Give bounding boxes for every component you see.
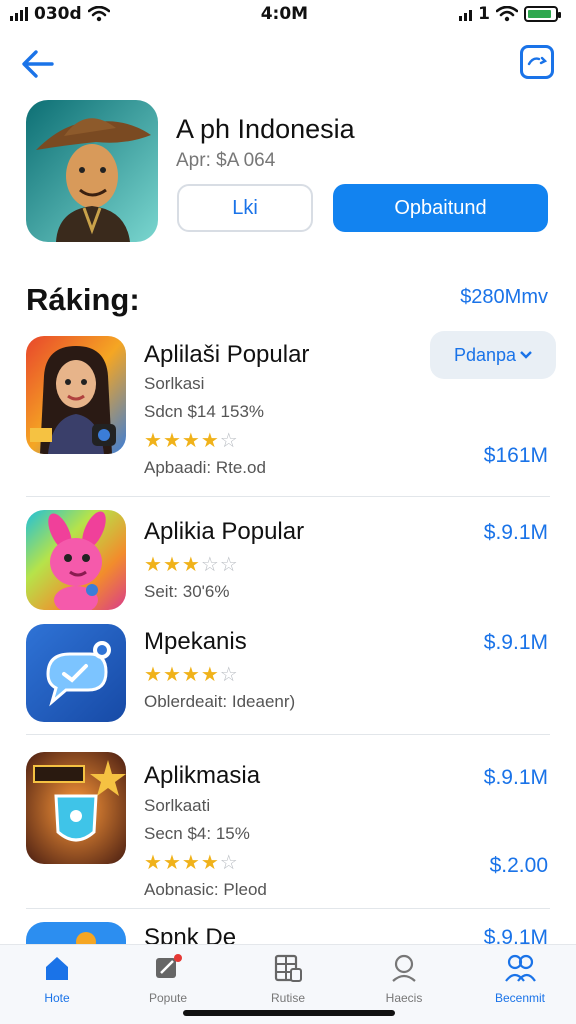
star-filled-icon: ★ bbox=[181, 554, 201, 576]
star-filled-icon: ★ bbox=[162, 430, 182, 452]
star-filled-icon: ★ bbox=[144, 852, 163, 874]
status-right: 1 bbox=[459, 4, 561, 24]
shield-star-icon bbox=[26, 752, 126, 864]
rating-stars: ★★★☆☆ bbox=[144, 552, 239, 577]
app-status: Aobnasic: Pleod bbox=[144, 880, 267, 899]
app-status: Oblerdeait: Ideaenr) bbox=[144, 692, 296, 711]
rating-stars: ★★★★☆ bbox=[144, 850, 239, 875]
rating-stars: ★★★★☆ bbox=[144, 428, 239, 453]
divider bbox=[26, 496, 550, 497]
app-price-secondary[interactable]: $.2.00 bbox=[490, 854, 548, 878]
tab-label: Hote bbox=[44, 991, 70, 1005]
like-button[interactable]: Lki bbox=[177, 184, 313, 232]
tab-label: Rutise bbox=[270, 991, 305, 1005]
home-indicator[interactable] bbox=[183, 1010, 395, 1016]
hero-section: A ph Indonesia Apr: $A 064 Lki Opbaitund bbox=[26, 100, 556, 245]
search-person-icon bbox=[387, 951, 421, 985]
star-filled-icon: ★ bbox=[200, 664, 220, 686]
status-left: 030d bbox=[10, 4, 110, 24]
grid-icon bbox=[271, 951, 305, 985]
tab-label: Becenmit bbox=[494, 991, 546, 1005]
carrier-label: 030d bbox=[34, 4, 82, 24]
star-empty-icon: ☆ bbox=[219, 430, 239, 452]
hero-app-icon[interactable] bbox=[26, 100, 158, 242]
battery-icon bbox=[524, 6, 561, 22]
divider bbox=[26, 908, 550, 909]
edit-icon bbox=[151, 951, 185, 985]
app-stats: Sdcn $14 153% bbox=[144, 402, 265, 421]
star-filled-icon: ★ bbox=[181, 430, 201, 452]
star-filled-icon: ★ bbox=[162, 852, 182, 874]
signal-icon bbox=[10, 7, 28, 21]
primary-action-button[interactable]: Opbaitund bbox=[333, 184, 548, 232]
chat-bubble-icon bbox=[26, 624, 126, 722]
star-filled-icon: ★ bbox=[162, 554, 182, 576]
star-empty-icon: ☆ bbox=[219, 554, 239, 576]
wifi-icon bbox=[496, 6, 518, 22]
star-filled-icon: ★ bbox=[181, 852, 201, 874]
tab-grid[interactable]: Rutise bbox=[240, 951, 336, 1011]
arrow-left-icon bbox=[22, 50, 54, 78]
wifi-icon bbox=[87, 6, 110, 22]
divider bbox=[26, 734, 550, 735]
app-name: Aplilaši Popular bbox=[144, 341, 310, 368]
star-filled-icon: ★ bbox=[200, 430, 220, 452]
app-stats: Secn $4: 15% bbox=[144, 824, 250, 843]
app-name: Aplikia Popular bbox=[144, 518, 305, 545]
app-price[interactable]: $.9.1M bbox=[484, 766, 548, 790]
chevron-down-icon bbox=[520, 351, 532, 359]
list-item[interactable]: Aplikia Popular ★★★☆☆ Seit: 30'6% $.9.1M bbox=[0, 510, 576, 620]
back-button[interactable] bbox=[18, 44, 58, 84]
star-empty-icon: ☆ bbox=[200, 554, 220, 576]
tab-popular[interactable]: Popute bbox=[120, 951, 216, 1011]
list-item[interactable]: Aplikmasia Sorlkaati Secn $4: 15% ★★★★☆ … bbox=[0, 750, 576, 910]
app-category: Sorlkaati bbox=[144, 796, 211, 815]
chip-label: Pdanpa bbox=[453, 344, 517, 365]
app-name: Aplikmasia bbox=[144, 762, 261, 789]
share-square-icon bbox=[527, 56, 547, 66]
star-filled-icon: ★ bbox=[144, 430, 163, 452]
dropdown-chip[interactable]: Pdanpa bbox=[430, 331, 556, 379]
tab-label: Popute bbox=[148, 991, 188, 1005]
app-category: Sorlkasi bbox=[144, 374, 205, 393]
rating-stars: ★★★★☆ bbox=[144, 662, 239, 687]
star-filled-icon: ★ bbox=[144, 554, 163, 576]
home-icon bbox=[40, 951, 74, 985]
hero-title: A ph Indonesia bbox=[176, 114, 355, 144]
app-price[interactable]: $161M bbox=[484, 444, 548, 468]
tab-search[interactable]: Haecis bbox=[356, 951, 452, 1011]
star-empty-icon: ☆ bbox=[219, 664, 239, 686]
battery-level bbox=[528, 10, 552, 18]
star-empty-icon: ☆ bbox=[219, 852, 239, 874]
section-title: Ráking: bbox=[26, 282, 140, 317]
tab-community[interactable]: Becenmit bbox=[472, 951, 568, 1011]
section-amount[interactable]: $280Mmv bbox=[460, 286, 548, 309]
status-bar: 030d 4:0M 1 bbox=[0, 0, 576, 28]
app-stats: Seit: 30'6% bbox=[144, 582, 230, 601]
hero-subtitle: Apr: $A 064 bbox=[176, 150, 276, 171]
signal-icon bbox=[459, 7, 473, 21]
star-filled-icon: ★ bbox=[181, 664, 201, 686]
list-item[interactable]: Aplilaši Popular Sorlkasi Sdcn $14 153% … bbox=[0, 330, 576, 490]
star-filled-icon: ★ bbox=[200, 852, 220, 874]
app-price[interactable]: $.9.1M bbox=[484, 521, 548, 545]
app-name: Mpekanis bbox=[144, 628, 247, 655]
app-price[interactable]: $.9.1M bbox=[484, 631, 548, 655]
star-filled-icon: ★ bbox=[144, 664, 163, 686]
pink-bunny-icon bbox=[26, 510, 126, 610]
signal-label: 1 bbox=[478, 4, 490, 24]
list-item[interactable]: Mpekanis ★★★★☆ Oblerdeait: Ideaenr) $.9.… bbox=[0, 624, 576, 734]
status-time: 4:0M bbox=[260, 4, 309, 24]
share-button[interactable] bbox=[520, 45, 554, 79]
people-icon bbox=[503, 951, 537, 985]
tab-label: Haecis bbox=[385, 991, 423, 1005]
girl-character-icon bbox=[26, 336, 126, 454]
app-status: Apbaadi: Rte.od bbox=[144, 458, 266, 477]
tab-home[interactable]: Hote bbox=[9, 951, 105, 1011]
star-filled-icon: ★ bbox=[162, 664, 182, 686]
nav-row bbox=[0, 40, 576, 90]
